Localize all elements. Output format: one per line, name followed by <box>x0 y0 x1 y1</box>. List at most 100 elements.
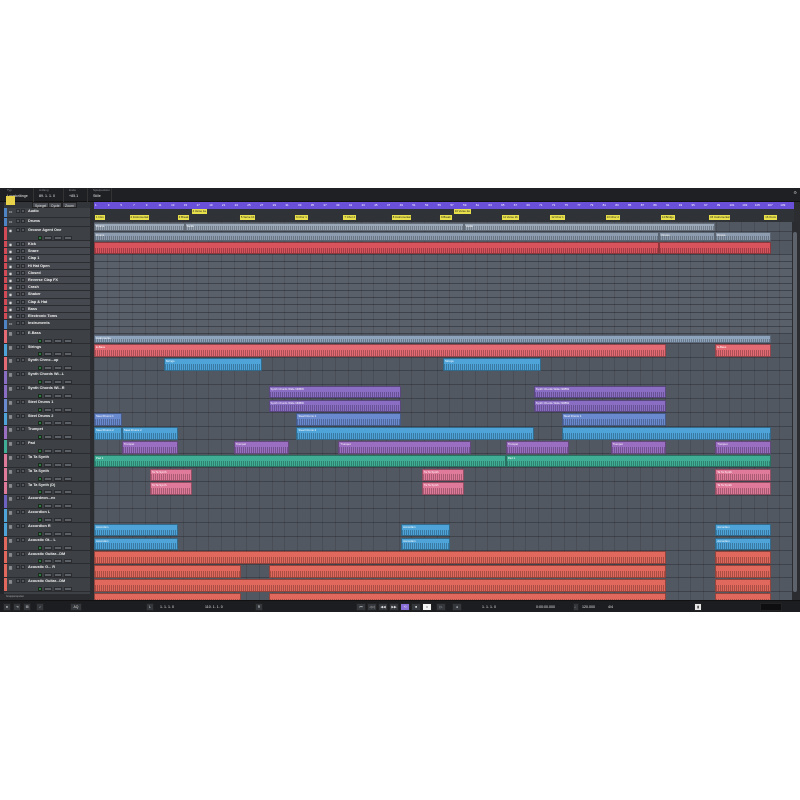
track-row[interactable]: ◉ Clap & Hat <box>4 298 90 306</box>
track-control[interactable] <box>44 476 52 481</box>
solo-button[interactable] <box>21 510 25 515</box>
track-name[interactable]: Acoustic Gt... L <box>28 537 72 544</box>
monitor-button[interactable] <box>38 462 42 467</box>
solo-button[interactable] <box>21 299 25 304</box>
track-control[interactable] <box>44 448 52 453</box>
track-row[interactable]: ◉ Clap 1 <box>4 255 90 263</box>
track-lane[interactable] <box>94 371 792 386</box>
go-to-start-icon[interactable]: ⏮ <box>356 603 366 611</box>
track-lane[interactable] <box>94 327 792 335</box>
solo-button[interactable] <box>21 292 25 297</box>
event-part[interactable]: Ta Ta Synth <box>422 468 464 482</box>
marker[interactable]: 5 Verse 1b <box>238 215 256 220</box>
event-part[interactable] <box>715 578 772 592</box>
track-lane[interactable] <box>94 269 792 277</box>
event-part[interactable]: Steel Drums 1 <box>296 413 402 427</box>
monitor-button[interactable] <box>38 517 42 522</box>
track-control[interactable] <box>64 379 72 384</box>
event-part[interactable]: Steel Drums 1 <box>561 413 667 427</box>
track-control[interactable] <box>44 366 52 371</box>
track-lane[interactable] <box>94 509 792 524</box>
track-lane[interactable] <box>94 291 792 299</box>
track-name[interactable]: Crash <box>28 284 72 291</box>
tempo-display[interactable]: 120.000 <box>582 603 595 611</box>
track-control[interactable] <box>64 531 72 536</box>
track-name[interactable]: Audio <box>28 208 72 215</box>
track-row[interactable]: ▥ Pad <box>4 440 90 454</box>
event-part[interactable]: Accordion <box>94 537 178 551</box>
monitor-button[interactable] <box>38 448 42 453</box>
track-name[interactable]: Pad <box>28 440 72 447</box>
event-part[interactable]: Trumpet <box>505 440 569 454</box>
track-lane[interactable] <box>94 276 792 284</box>
track-control[interactable] <box>44 352 52 357</box>
right-locator-icon[interactable]: R <box>255 603 263 611</box>
stop-icon[interactable]: ■ <box>411 603 421 611</box>
mute-button[interactable] <box>16 256 20 261</box>
track-row[interactable]: ▥ Strings <box>4 343 90 358</box>
mute-button[interactable] <box>16 242 20 246</box>
mute-button[interactable] <box>16 468 20 473</box>
track-control[interactable] <box>44 338 52 343</box>
track-lane[interactable] <box>94 385 792 399</box>
mute-button[interactable] <box>16 270 20 275</box>
event-part[interactable]: Drums <box>94 232 660 241</box>
status-cell[interactable]: Ende +85.1 <box>66 188 88 202</box>
track-control[interactable] <box>54 531 62 536</box>
track-control[interactable] <box>64 421 72 426</box>
track-name[interactable]: Ta Ta Synth <box>28 454 72 461</box>
track-lane[interactable] <box>94 312 792 320</box>
track-name[interactable]: Bass <box>28 306 72 313</box>
track-row[interactable]: ◉ Snare <box>4 248 90 256</box>
solo-button[interactable] <box>21 228 25 233</box>
mute-button[interactable] <box>16 278 20 282</box>
event-part[interactable]: Drums <box>659 232 716 241</box>
monitor-button[interactable] <box>38 545 42 550</box>
mute-button[interactable] <box>16 209 20 213</box>
track-control[interactable] <box>44 504 52 509</box>
marker[interactable]: 9 Break <box>439 215 452 220</box>
event-part[interactable]: Trumpet <box>610 440 667 454</box>
track-control[interactable] <box>54 545 62 550</box>
track-row[interactable]: ▥ Ta Ta Synth <box>4 467 90 482</box>
solo-button[interactable] <box>21 330 25 335</box>
event-part[interactable]: Ta Ta Synth <box>422 482 464 496</box>
track-row[interactable]: ▥ Accordeon...ex <box>4 495 90 510</box>
marker[interactable]: 10 Verse 2a <box>452 209 471 214</box>
track-name[interactable]: Reverse Clap FX <box>28 277 72 284</box>
track-row[interactable]: ▭ Instruments <box>4 320 90 330</box>
mute-button[interactable] <box>16 314 20 318</box>
event-part[interactable]: Audio <box>184 222 464 232</box>
track-row[interactable]: ◉ Hi Hat Open <box>4 262 90 270</box>
left-locator-value[interactable]: 1. 1. 1. 0 <box>160 603 174 611</box>
solo-button[interactable] <box>21 455 25 459</box>
event-part[interactable]: E-Bass <box>94 344 667 358</box>
stop-active-icon[interactable]: □ <box>422 603 432 611</box>
event-part[interactable]: Steel Drums 1 <box>94 413 122 427</box>
mute-button[interactable] <box>16 441 20 446</box>
track-control[interactable] <box>64 235 72 240</box>
track-name[interactable]: Ta Ta Synth (D) <box>28 482 72 489</box>
track-row[interactable]: ▥ Steel Drums 1 <box>4 398 90 413</box>
event-part[interactable]: Accordion <box>401 537 450 551</box>
track-name[interactable]: Acoustic G... R <box>28 564 72 571</box>
track-name[interactable]: Clap & Hat <box>28 299 72 306</box>
track-control[interactable] <box>64 476 72 481</box>
solo-button[interactable] <box>21 358 25 363</box>
track-row[interactable]: ▥ Synth Chrnc...up <box>4 357 90 372</box>
monitor-button[interactable] <box>38 531 42 536</box>
ruler[interactable]: 1 3 5 7 9 11 13 15 17 19 21 23 25 27 29 31 33 35 37 39 41 43 4… <box>94 202 794 209</box>
solo-button[interactable] <box>21 321 25 326</box>
monitor-button[interactable] <box>38 393 42 398</box>
track-control[interactable] <box>54 462 62 467</box>
track-name[interactable]: Acoustic Guitar...DM <box>28 578 72 585</box>
solo-button[interactable] <box>21 399 25 404</box>
mute-button[interactable] <box>16 413 20 418</box>
event-part[interactable]: Steel Drums 2 <box>296 427 534 440</box>
mute-button[interactable] <box>16 358 20 363</box>
solo-button[interactable] <box>21 242 25 246</box>
punch-icon[interactable]: ⇥ <box>13 603 21 611</box>
mute-button[interactable] <box>16 321 20 326</box>
track-name[interactable]: Trumpet <box>28 426 72 433</box>
track-name[interactable]: Synth Chrnc...up <box>28 357 72 364</box>
